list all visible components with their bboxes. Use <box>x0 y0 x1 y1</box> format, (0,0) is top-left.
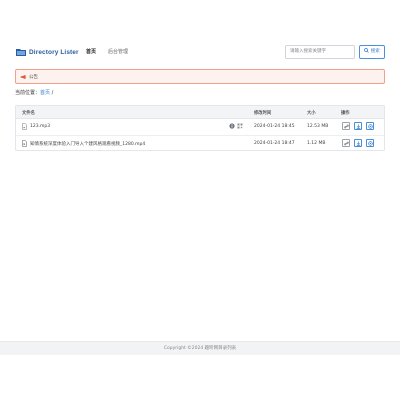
header-filename[interactable]: 文件名 <box>22 110 35 116</box>
footer: Copyright ©2024 趣昕网目录列表 <box>0 341 400 355</box>
download-button[interactable] <box>354 139 362 147</box>
megaphone-icon <box>20 74 26 79</box>
gear-icon <box>367 123 373 129</box>
logo[interactable]: Directory Lister <box>15 45 79 59</box>
qrcode-icon[interactable] <box>237 123 243 129</box>
nav-item-home[interactable]: 首页 <box>86 48 96 55</box>
gear-icon <box>367 140 373 146</box>
file-name-link[interactable]: 123.mp3 <box>30 124 50 129</box>
footer-copyright: Copyright ©2024 趣昕网目录列表 <box>163 346 237 351</box>
logo-folder-icon <box>16 49 26 56</box>
download-button[interactable] <box>354 122 362 130</box>
search-button-label: 搜索 <box>370 49 380 54</box>
settings-button[interactable] <box>366 122 374 130</box>
table-row[interactable]: 123.mp3 2024-01-24 18:45 12.53 MB <box>16 119 384 135</box>
table-header: 文件名 修改时间 大小 操作 <box>16 106 384 119</box>
link-button[interactable] <box>342 139 350 147</box>
breadcrumb-home[interactable]: 首页 <box>40 90 50 96</box>
video-file-icon <box>22 140 27 147</box>
audio-file-icon <box>22 123 27 130</box>
header-actions: 操作 <box>341 111 350 116</box>
nav-links: 首页 后台管理 <box>86 48 128 55</box>
file-name-link[interactable]: 知情系统深度体验入门导入个建风格观看视频_1280.mp4 <box>30 141 145 147</box>
download-icon <box>356 123 360 129</box>
link-button[interactable] <box>342 122 350 130</box>
table-row[interactable]: 知情系统深度体验入门导入个建风格观看视频_1280.mp4 2024-01-24… <box>16 135 384 151</box>
search-button[interactable]: 搜索 <box>359 45 385 59</box>
file-modified: 2024-01-24 18:47 <box>254 141 295 146</box>
header-modified[interactable]: 修改时间 <box>254 110 271 116</box>
settings-button[interactable] <box>366 139 374 147</box>
search-input[interactable]: 请输入搜索关键字 <box>285 45 355 59</box>
breadcrumb-separator: / <box>51 90 54 96</box>
file-size: 1.12 MB <box>307 141 326 146</box>
notice-bar: 公告 <box>15 69 385 84</box>
logo-text: Directory Lister <box>29 48 79 56</box>
header-size[interactable]: 大小 <box>307 110 316 116</box>
info-icon[interactable] <box>229 123 235 129</box>
breadcrumb-prefix: 当前位置： <box>15 90 41 96</box>
notice-text: 公告 <box>29 74 38 80</box>
top-navbar: Directory Lister 首页 后台管理 请输入搜索关键字 搜索 <box>0 40 400 64</box>
link-icon <box>343 141 349 145</box>
search-icon <box>364 48 370 53</box>
link-icon <box>343 124 349 128</box>
nav-item-admin[interactable]: 后台管理 <box>108 48 128 55</box>
file-table: 文件名 修改时间 大小 操作 123.mp3 2024-01-24 18:45 … <box>15 105 385 151</box>
download-icon <box>356 140 360 146</box>
breadcrumb: 当前位置：首页 / <box>15 89 53 96</box>
file-modified: 2024-01-24 18:45 <box>254 124 295 129</box>
file-size: 12.53 MB <box>307 124 329 129</box>
